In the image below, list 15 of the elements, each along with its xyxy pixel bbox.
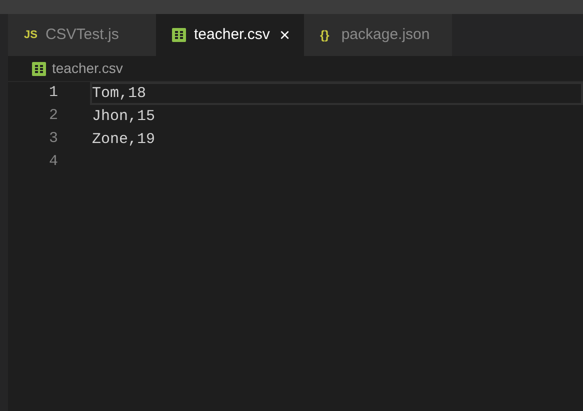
code-line: Zone,19 bbox=[91, 130, 156, 150]
file-tab[interactable]: {} package.json bbox=[304, 14, 452, 56]
file-tab[interactable]: JS CSVTest.js bbox=[8, 14, 156, 56]
line-number: 2 bbox=[48, 106, 58, 126]
code-line: Jhon,15 bbox=[91, 107, 156, 127]
table-icon bbox=[172, 28, 186, 42]
table-icon bbox=[32, 62, 46, 76]
js-icon: JS bbox=[24, 26, 38, 44]
line-number: 1 bbox=[48, 83, 58, 104]
line-number: 4 bbox=[48, 152, 58, 172]
close-icon[interactable]: × bbox=[279, 22, 290, 48]
breadcrumb[interactable]: teacher.csv bbox=[52, 58, 123, 79]
line-number: 3 bbox=[48, 129, 58, 150]
braces-icon: {} bbox=[320, 26, 330, 44]
file-tab[interactable]: teacher.csv × bbox=[156, 14, 304, 56]
